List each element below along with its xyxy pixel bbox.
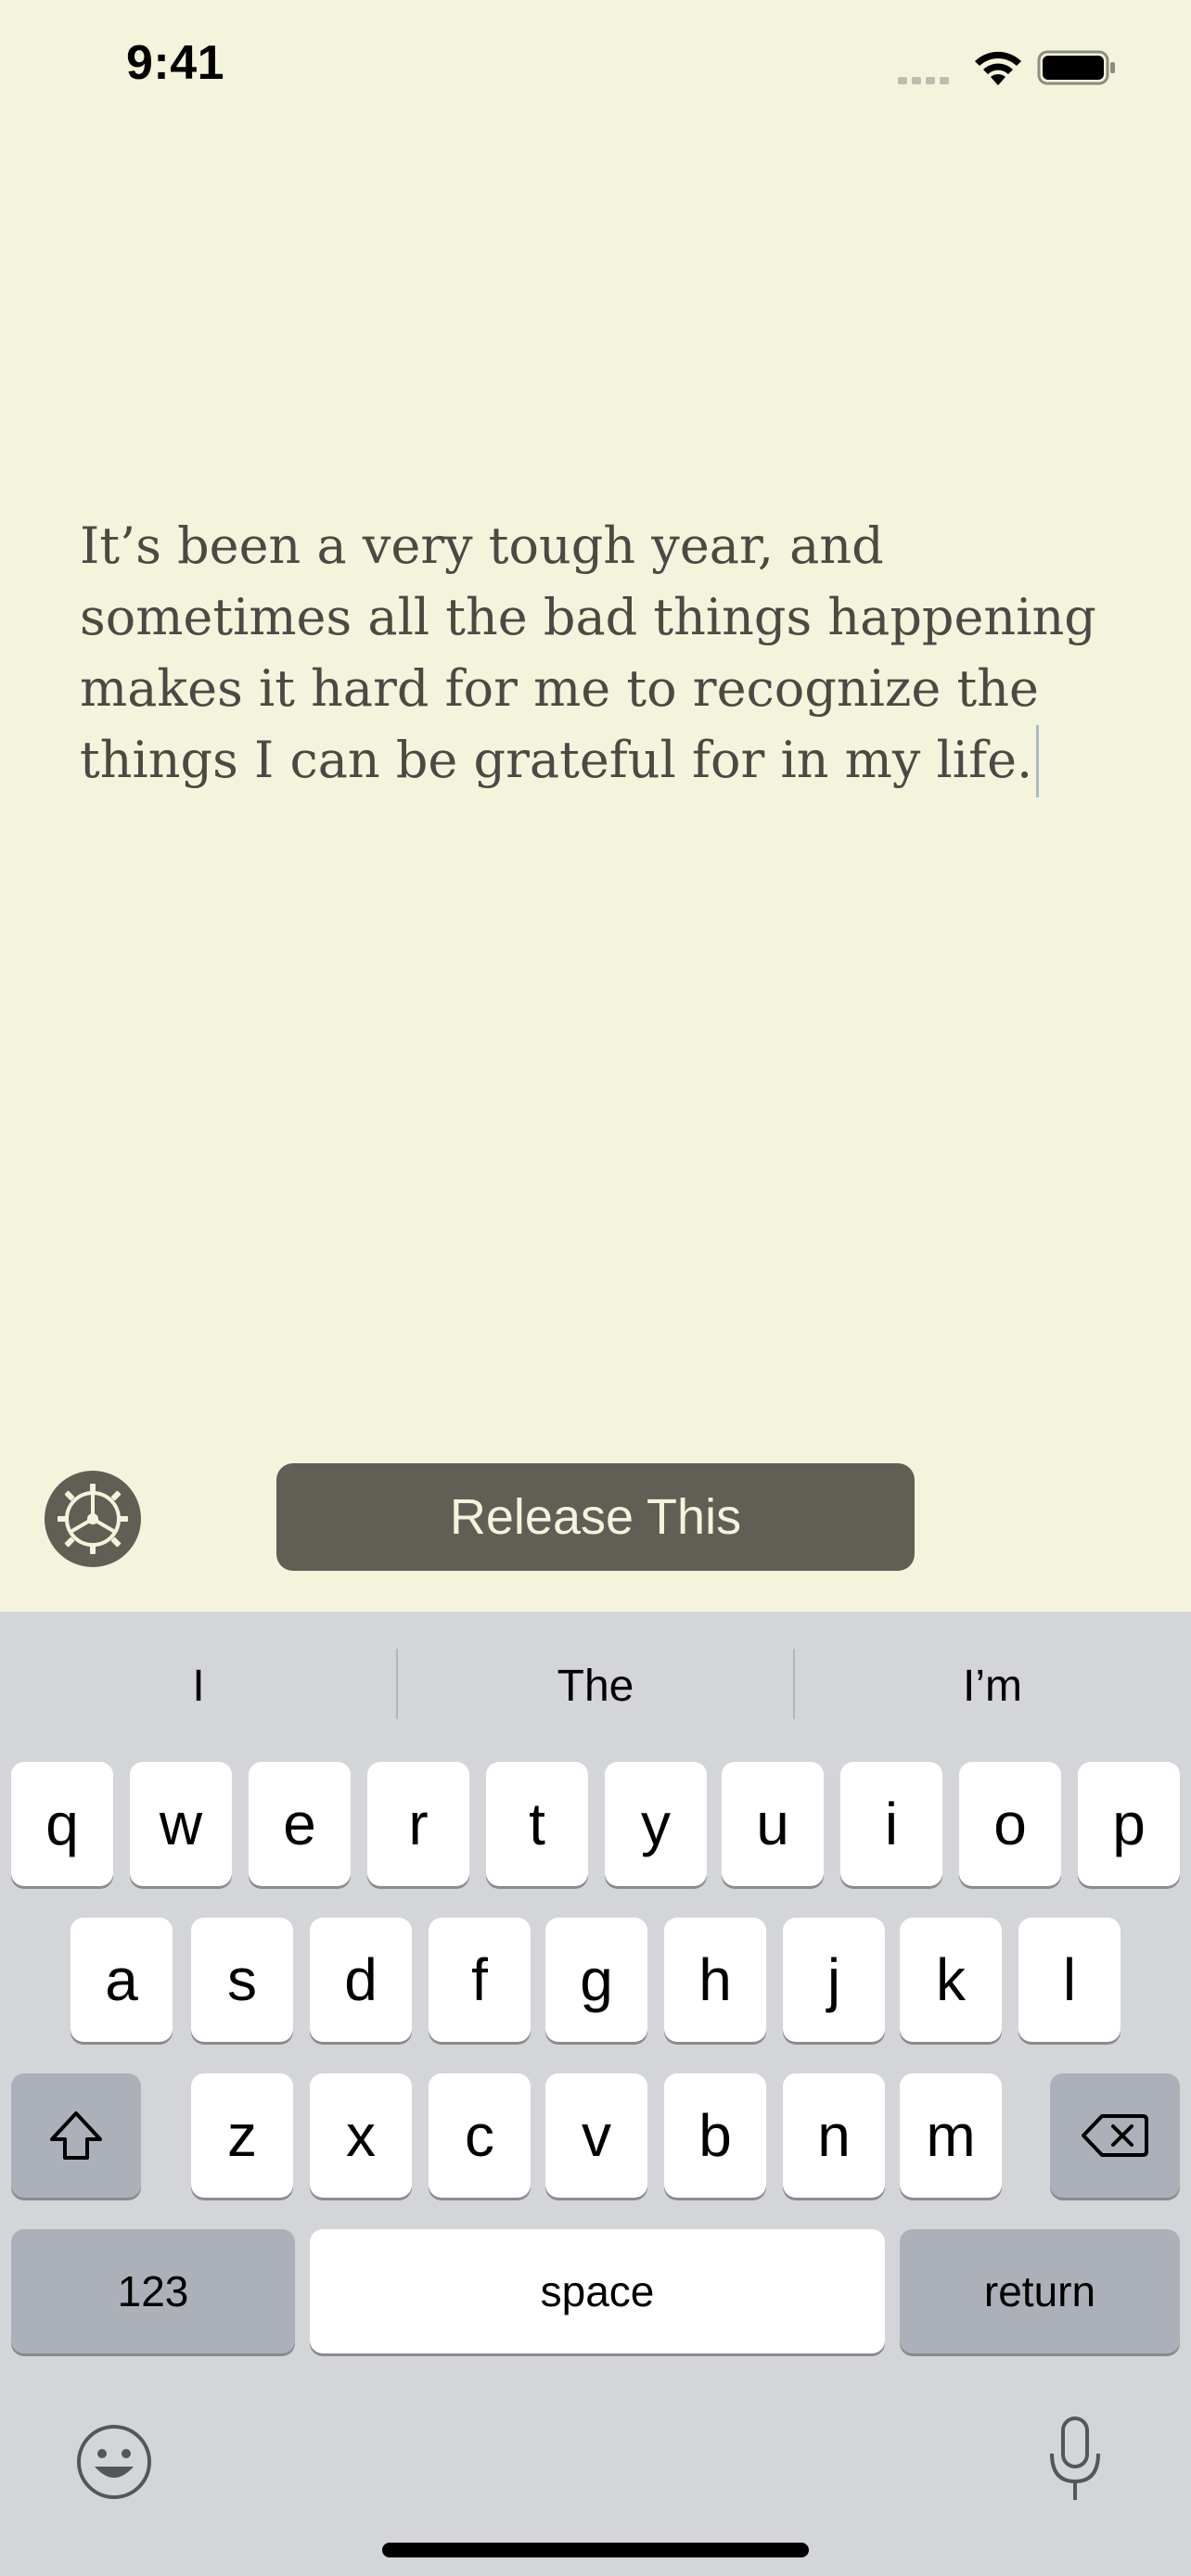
key-p[interactable]: p [1078,1762,1180,1886]
key-d[interactable]: d [310,1918,412,2042]
key-u[interactable]: u [722,1762,824,1886]
key-c[interactable]: c [429,2073,531,2198]
key-z[interactable]: z [191,2073,293,2198]
key-a[interactable]: a [70,1918,173,2042]
journal-text: It’s been a very tough year, and sometim… [80,516,1096,789]
settings-button[interactable] [45,1471,141,1567]
key-q[interactable]: q [11,1762,113,1886]
key-n[interactable]: n [783,2073,885,2198]
status-bar: 9:41 [0,0,1191,130]
suggestion-3[interactable]: I’m [794,1643,1191,1728]
journal-text-editor[interactable]: It’s been a very tough year, and sometim… [80,510,1128,797]
key-k[interactable]: k [900,1918,1002,2042]
key-f[interactable]: f [429,1918,531,2042]
key-i[interactable]: i [840,1762,942,1886]
return-key[interactable]: return [900,2229,1180,2353]
key-s[interactable]: s [191,1918,293,2042]
key-w[interactable]: w [130,1762,232,1886]
keyboard: I The I’m q w e r t y u i o p a s d f g … [0,1612,1191,2576]
key-r[interactable]: r [367,1762,469,1886]
key-x[interactable]: x [310,2073,412,2198]
suggestion-1[interactable]: I [0,1643,397,1728]
key-b[interactable]: b [664,2073,766,2198]
space-key[interactable]: space [310,2229,885,2353]
release-this-button[interactable]: Release This [276,1463,915,1571]
shift-key[interactable] [11,2073,141,2198]
key-g[interactable]: g [545,1918,647,2042]
key-j[interactable]: j [783,1918,885,2042]
microphone-icon[interactable] [1043,2415,1108,2504]
battery-icon [1037,50,1115,85]
predictive-bar: I The I’m [0,1612,1191,1760]
shift-icon [50,2111,102,2160]
key-h[interactable]: h [664,1918,766,2042]
key-v[interactable]: v [545,2073,647,2198]
key-o[interactable]: o [959,1762,1061,1886]
gear-icon [58,1484,128,1554]
emoji-icon[interactable] [74,2422,154,2502]
delete-icon [1082,2114,1148,2157]
text-caret [1036,725,1040,797]
key-t[interactable]: t [486,1762,588,1886]
suggestion-2[interactable]: The [397,1643,794,1728]
status-time: 9:41 [126,36,225,90]
wifi-icon [975,51,1021,85]
home-indicator [382,2543,809,2557]
numbers-key[interactable]: 123 [11,2229,295,2353]
key-y[interactable]: y [605,1762,707,1886]
cellular-signal-icon [898,72,954,89]
key-e[interactable]: e [249,1762,351,1886]
delete-key[interactable] [1050,2073,1180,2198]
key-m[interactable]: m [900,2073,1002,2198]
key-l[interactable]: l [1018,1918,1121,2042]
